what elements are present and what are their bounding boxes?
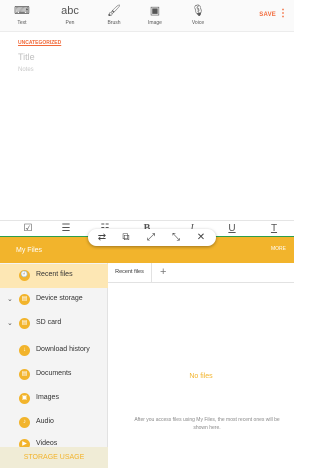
nav-label: Download history <box>36 346 90 353</box>
category-link[interactable]: UNCATEGORIZED <box>18 40 61 46</box>
tab-recent-files[interactable]: Recent files <box>108 263 152 282</box>
nav-recent-files[interactable]: 🕘 Recent files <box>0 264 108 288</box>
tab-bar: Recent files + <box>108 263 294 283</box>
storage-usage-button[interactable]: STORAGE USAGE <box>0 447 108 468</box>
myfiles-title: My Files <box>16 247 43 254</box>
add-tab-icon[interactable]: + <box>160 265 166 280</box>
pen-icon: abc <box>61 5 79 17</box>
title-field[interactable]: Title <box>18 52 35 62</box>
voice-tool-button[interactable]: 🎙 Voice <box>181 4 215 26</box>
empty-state-hint: After you access files using My Files, t… <box>134 417 280 431</box>
pop-up-view-icon[interactable]: ⤢ <box>141 230 161 245</box>
music-note-icon: ♪ <box>19 417 30 428</box>
empty-state-title: No files <box>189 373 213 380</box>
document-icon: ▤ <box>19 369 30 380</box>
image-icon: ▣ <box>149 5 161 17</box>
chevron-down-icon[interactable]: ⌄ <box>7 294 13 305</box>
maximize-icon[interactable]: ⤡ <box>166 230 186 245</box>
underline-icon[interactable]: U <box>222 222 242 236</box>
sd-card-icon: ▤ <box>19 318 30 329</box>
text-tool-button[interactable]: ⌨ Text <box>5 4 39 26</box>
bullet-list-icon[interactable]: ☰ <box>56 222 76 236</box>
pen-tool-label: Pen <box>65 20 75 26</box>
clock-icon: 🕘 <box>19 270 30 281</box>
switch-windows-icon[interactable]: ⇄ <box>92 230 112 245</box>
brush-icon: 🖌 <box>107 5 121 17</box>
text-color-icon[interactable]: T <box>264 222 284 236</box>
note-toolbar: ⌨ Text abc Pen 🖌 Brush ▣ Image 🎙 Voice S… <box>0 0 294 32</box>
brush-tool-button[interactable]: 🖌 Brush <box>97 4 131 26</box>
nav-label: Recent files <box>36 271 73 278</box>
image-icon: ▣ <box>19 393 30 404</box>
drag-content-icon[interactable]: ⧉ <box>116 230 136 245</box>
more-options-icon[interactable]: ⋮ <box>278 9 288 19</box>
nav-label: Videos <box>36 440 58 447</box>
voice-tool-label: Voice <box>191 20 205 26</box>
nav-images[interactable]: ▣ Images <box>0 387 108 411</box>
storage-icon: ▤ <box>19 294 30 305</box>
nav-device-storage[interactable]: ⌄ ▤ Device storage <box>0 288 108 312</box>
download-icon: ↓ <box>19 345 30 356</box>
text-tool-label: Text <box>17 20 27 26</box>
window-controls: ⇄ ⧉ ⤢ ⤡ ✕ <box>88 229 216 246</box>
checkbox-icon[interactable]: ☑ <box>18 222 38 236</box>
nav-label: Device storage <box>36 295 83 302</box>
nav-download-history[interactable]: ↓ Download history <box>0 339 108 363</box>
image-tool-label: Image <box>148 20 162 26</box>
nav-sd-card[interactable]: ⌄ ▤ SD card <box>0 312 108 336</box>
microphone-icon: 🎙 <box>191 5 205 17</box>
keyboard-icon: ⌨ <box>14 5 30 17</box>
nav-label: Documents <box>36 370 72 377</box>
notes-field[interactable]: Notes <box>18 67 34 73</box>
image-tool-button[interactable]: ▣ Image <box>138 4 172 26</box>
nav-audio[interactable]: ♪ Audio <box>0 411 108 435</box>
nav-documents[interactable]: ▤ Documents <box>0 363 108 387</box>
more-button[interactable]: MORE <box>271 246 286 252</box>
nav-label: SD card <box>36 319 62 326</box>
chevron-down-icon[interactable]: ⌄ <box>7 318 13 329</box>
brush-tool-label: Brush <box>107 20 121 26</box>
pen-tool-button[interactable]: abc Pen <box>53 4 87 26</box>
close-icon[interactable]: ✕ <box>191 230 211 245</box>
nav-label: Audio <box>36 418 54 425</box>
save-button[interactable]: SAVE <box>259 12 276 18</box>
nav-label: Images <box>36 394 59 401</box>
